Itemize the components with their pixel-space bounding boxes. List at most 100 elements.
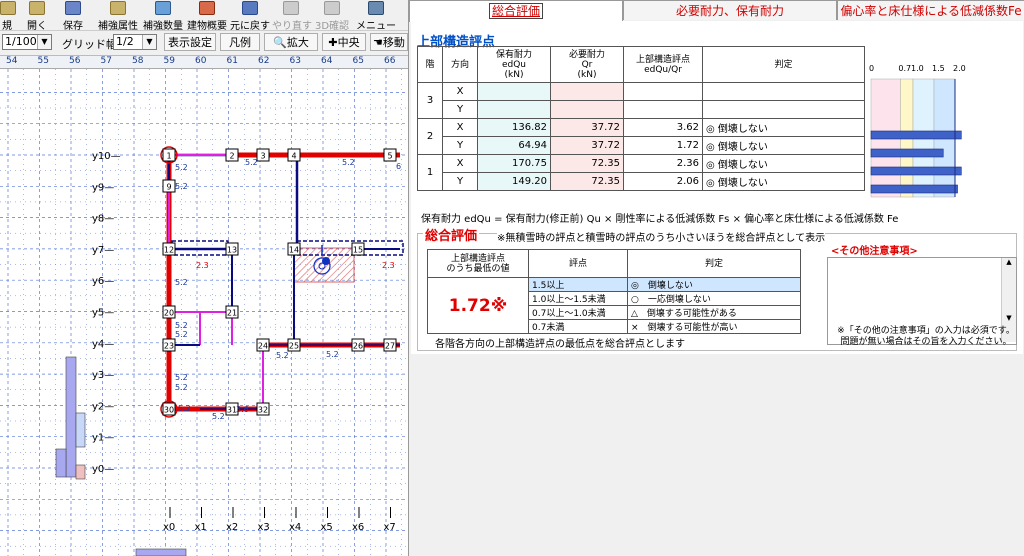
score-bar bbox=[870, 148, 944, 158]
move-button[interactable]: ☚移動 bbox=[370, 33, 408, 51]
formula-text: 保有耐力 edQu = 保有耐力(修正前) Qu × 剛性率による低減係数 Fs… bbox=[421, 214, 899, 225]
ruler-tick: 59 bbox=[163, 56, 175, 66]
node-label: 14 bbox=[289, 246, 299, 255]
ruler-tick: 56 bbox=[69, 56, 81, 66]
reinforce-attr-button[interactable]: 補強属性 bbox=[96, 1, 140, 32]
tab-overall-evaluation[interactable]: 総合評価 bbox=[409, 0, 623, 22]
legend-bar bbox=[135, 548, 187, 556]
plan-editor-pane: 規 開く 保存 補強属性 補強数量 建物概要 元に戻す やり直す 3D確認 メニ… bbox=[0, 0, 408, 556]
chevron-down-icon: ▼ bbox=[142, 35, 156, 49]
axis-label-x: x0 bbox=[163, 522, 175, 533]
ruler-tick: 61 bbox=[226, 56, 238, 66]
scale-tick-label: 1.0 bbox=[911, 64, 924, 73]
node-marker: 4 bbox=[287, 148, 301, 162]
zoom-in-button[interactable]: 🔍拡大 bbox=[264, 33, 318, 51]
ruler-tick: 54 bbox=[6, 56, 18, 66]
chevron-down-icon: ▼ bbox=[37, 35, 51, 49]
axis-label-y: y2— bbox=[92, 401, 114, 412]
node-marker: 27 bbox=[383, 338, 397, 352]
ruler-tick: 58 bbox=[132, 56, 144, 66]
col-qr: 必要耐力 Qr (kN) bbox=[550, 46, 624, 83]
save-button[interactable]: 保存 bbox=[60, 1, 86, 32]
wall-value-label: 5.2 bbox=[175, 330, 188, 339]
node-label: 2 bbox=[229, 152, 234, 161]
grid-width-select[interactable]: 1/2 ▼ bbox=[113, 34, 157, 50]
upper-structure-table: 階 方向 保有耐力 edQu (kN) 必要耐力 Qr (kN) 上部構造評点 edQu/… bbox=[417, 46, 865, 191]
overall-table: 上部構造評点 のうち最低の値 評点 判定 1.72※ 1.5以上 ◎ 倒壊しない … bbox=[427, 249, 801, 334]
axis-label-y: y3— bbox=[92, 370, 114, 381]
menu-button[interactable]: メニュー bbox=[356, 1, 396, 32]
node-label: 1 bbox=[166, 152, 171, 161]
overall-footnote: 各階各方向の上部構造評点の最低点を総合評点とします bbox=[435, 339, 685, 350]
node-label: 27 bbox=[385, 342, 395, 351]
redo-icon bbox=[283, 1, 299, 15]
open-button[interactable]: 開く bbox=[24, 1, 50, 32]
min-score-value: 1.72※ bbox=[427, 277, 529, 334]
display-settings-button[interactable]: 表示設定 bbox=[164, 33, 216, 51]
wall-value-label: 3.6 bbox=[236, 405, 249, 414]
node-label: 4 bbox=[291, 152, 296, 161]
3d-check-button[interactable]: 3D確認 bbox=[314, 1, 350, 32]
axis-label-x: x4 bbox=[289, 522, 301, 533]
axis-label-x: x2 bbox=[226, 522, 238, 533]
node-marker: 14 bbox=[287, 242, 301, 256]
redo-button[interactable]: やり直す bbox=[272, 1, 312, 32]
axis-label-x: x7 bbox=[384, 522, 396, 533]
building-summary-icon bbox=[199, 1, 215, 15]
min-header: 上部構造評点 のうち最低の値 bbox=[427, 249, 529, 278]
axis-label-x: x5 bbox=[321, 522, 333, 533]
col-direction: 方向 bbox=[442, 46, 478, 83]
axis-label-y: y9— bbox=[92, 182, 114, 193]
col-judge: 判定 bbox=[702, 46, 865, 83]
node-marker: 13 bbox=[225, 242, 239, 256]
axis-label-x: x3 bbox=[258, 522, 270, 533]
center-button[interactable]: ✚中央 bbox=[322, 33, 366, 51]
table-row: 1 X 170.75 72.35 2.36 ◎ 倒壊しない bbox=[417, 154, 865, 191]
wall-value-label: 5.2 bbox=[178, 404, 191, 413]
node-marker: 20 bbox=[162, 305, 176, 319]
wall-value-label: 5.2 bbox=[175, 278, 188, 287]
legend-bar bbox=[55, 448, 67, 478]
wall-value-label: 2.3 bbox=[382, 261, 395, 270]
node-label: 26 bbox=[353, 342, 363, 351]
scale-select[interactable]: 1/100 ▼ bbox=[2, 34, 52, 50]
scale-tick-label: 0 bbox=[869, 64, 874, 73]
other-notes-hint: ※「その他の注意事項」の入力は必須です。 問題が無い場合はその旨を入力ください。 bbox=[837, 326, 1015, 347]
table-row: Y 64.94 37.72 1.72 ◎ 倒壊しない bbox=[418, 136, 865, 155]
node-marker: 5 bbox=[383, 148, 397, 162]
node-label: 15 bbox=[353, 246, 363, 255]
axis-label-y: y1— bbox=[92, 433, 114, 444]
node-marker: 21 bbox=[225, 305, 239, 319]
new-button[interactable]: 規 bbox=[0, 1, 16, 32]
score-bar bbox=[870, 130, 962, 140]
table-row: Y 149.20 72.35 2.06 ◎ 倒壊しない bbox=[418, 172, 865, 191]
wall-value-label: 2.3 bbox=[196, 261, 209, 270]
center-of-gravity-marker bbox=[322, 257, 330, 265]
legend-button[interactable]: 凡例 bbox=[220, 33, 260, 51]
scale-tick-label: 2.0 bbox=[953, 64, 966, 73]
score-bar-chart: 0 0.7 1.0 1.5 2.0 bbox=[869, 64, 966, 198]
ruler-tick: 60 bbox=[195, 56, 207, 66]
reinforce-qty-button[interactable]: 補強数量 bbox=[141, 1, 185, 32]
tab-eccentricity-factor[interactable]: 偏心率と床仕様による低減係数Fe bbox=[837, 0, 1024, 20]
axis-label-y: y7— bbox=[92, 245, 114, 256]
node-label: 20 bbox=[164, 309, 174, 318]
node-label: 9 bbox=[166, 183, 171, 192]
col-level-score: 評点 bbox=[528, 249, 628, 278]
node-marker: 32 bbox=[256, 402, 270, 416]
tab-required-capacity[interactable]: 必要耐力、保有耐力 bbox=[623, 0, 837, 20]
building-summary-button[interactable]: 建物概要 bbox=[186, 1, 228, 32]
save-icon bbox=[65, 1, 81, 15]
node-label: 24 bbox=[258, 342, 268, 351]
floor-plan-canvas[interactable]: y10— y9— y8— y7— y6— y5— y4— y3— y2— y1— y0— x0 x1 x2… bbox=[0, 69, 408, 556]
node-label: 3 bbox=[260, 152, 265, 161]
magnifier-icon: 🔍 bbox=[273, 36, 287, 49]
table-row: 3 X bbox=[417, 82, 865, 119]
node-label: 32 bbox=[258, 406, 268, 415]
ruler-tick: 65 bbox=[352, 56, 364, 66]
undo-button[interactable]: 元に戻す bbox=[230, 1, 270, 32]
axis-label-y: y8— bbox=[92, 214, 114, 225]
col-level-judge: 判定 bbox=[627, 249, 801, 278]
legend-bar bbox=[75, 464, 86, 480]
wall-value-label: 6 bbox=[396, 162, 401, 171]
